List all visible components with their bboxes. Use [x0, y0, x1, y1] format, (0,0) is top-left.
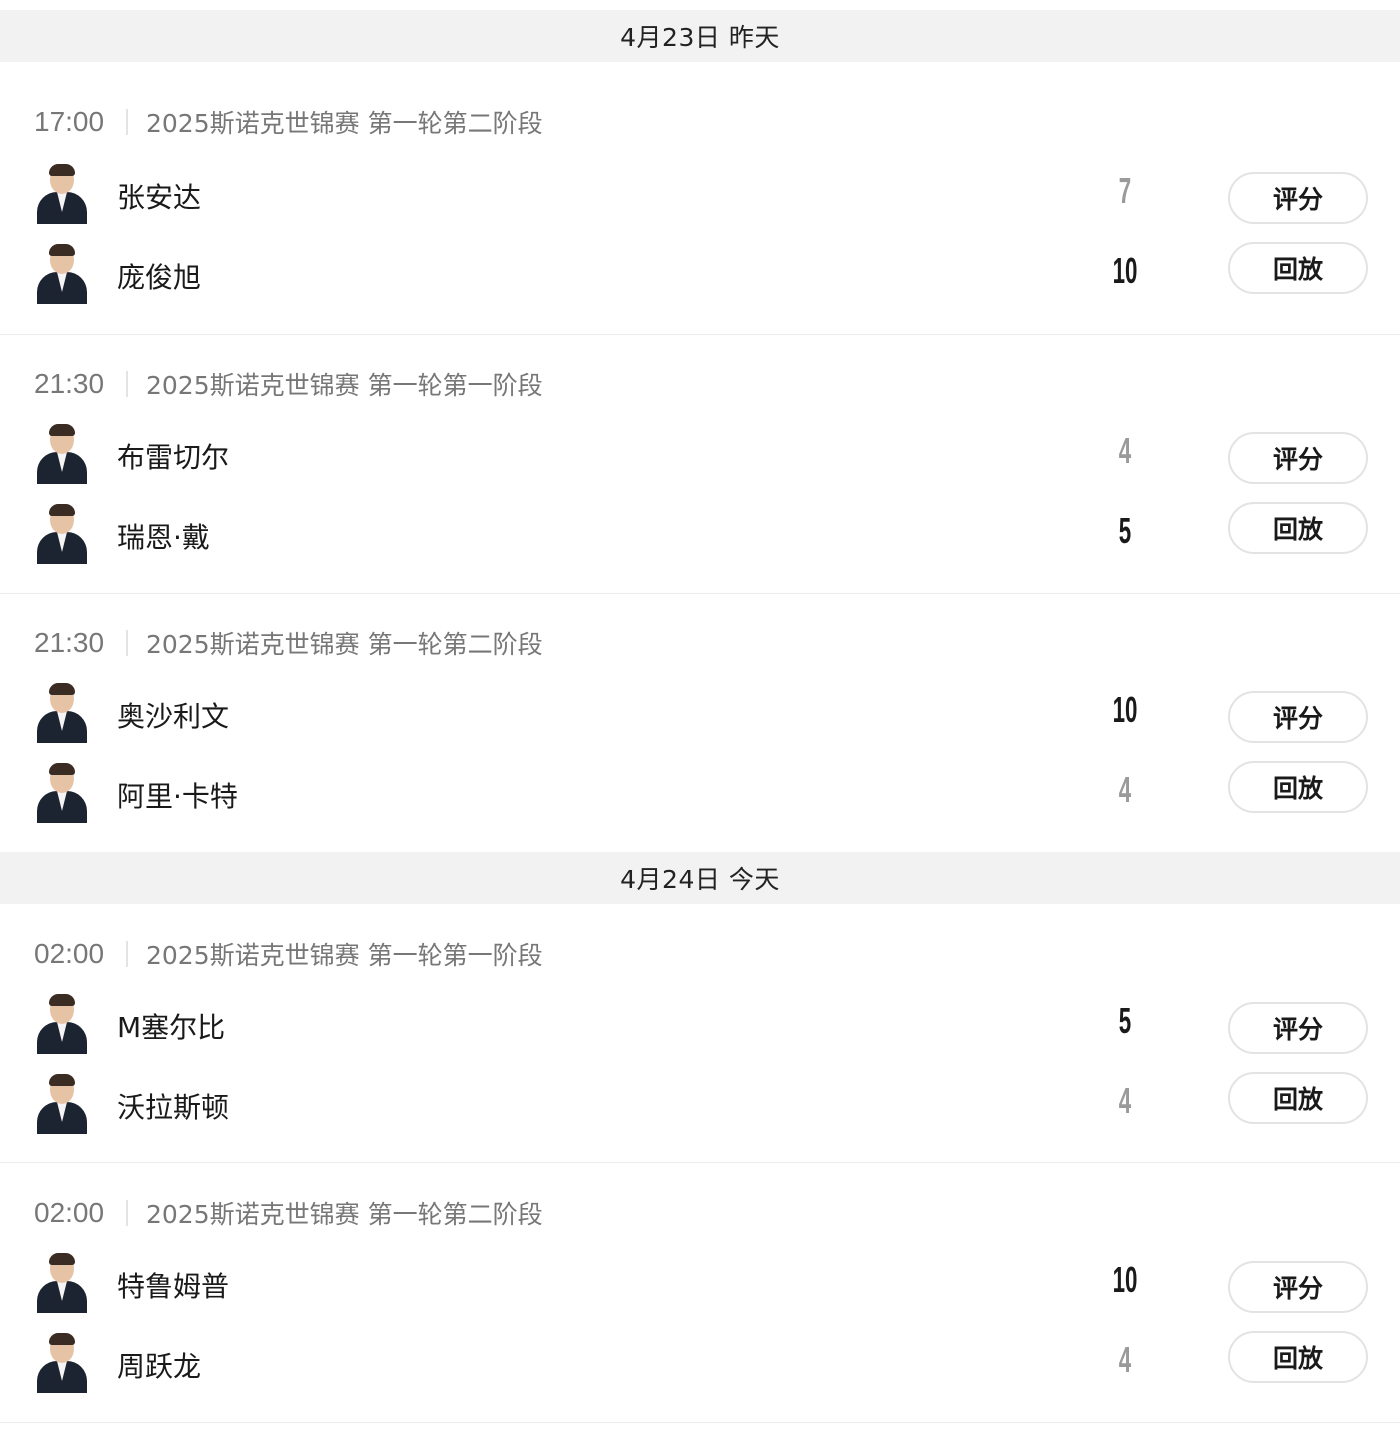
player-score: 10	[1112, 1259, 1138, 1300]
divider	[126, 371, 128, 397]
replay-button[interactable]: 回放	[1228, 502, 1368, 554]
player-avatar	[33, 683, 91, 743]
player-score: 10	[1112, 689, 1138, 730]
player-row: 奥沙利文 10 评分	[0, 681, 1400, 745]
match-card[interactable]: 02:00 2025斯诺克世锦赛 第一轮第二阶段 特鲁姆普 10 评分 周跃龙 …	[0, 1162, 1400, 1423]
player-row: 布雷切尔 4 评分	[0, 422, 1400, 486]
day-label: 4月23日 昨天	[620, 23, 780, 52]
player-name: 奥沙利文	[117, 700, 230, 733]
match-card[interactable]: 21:30 2025斯诺克世锦赛 第一轮第一阶段 布雷切尔 4 评分 瑞恩·戴 …	[0, 334, 1400, 594]
player-avatar	[33, 763, 91, 823]
match-schedule: 4月23日 昨天 17:00 2025斯诺克世锦赛 第一轮第二阶段 张安达 7 …	[0, 0, 1400, 1434]
player-score: 4	[1118, 1339, 1132, 1380]
player-avatar	[33, 164, 91, 224]
match-time: 02:00	[34, 1197, 105, 1228]
player-row: 阿里·卡特 4 回放	[0, 761, 1400, 825]
replay-button[interactable]: 回放	[1228, 1072, 1368, 1124]
match-time: 17:00	[34, 106, 105, 137]
match-header: 02:00 2025斯诺克世锦赛 第一轮第一阶段	[34, 934, 543, 974]
match-header: 17:00 2025斯诺克世锦赛 第一轮第二阶段	[34, 102, 543, 142]
match-card[interactable]: 21:30 2025斯诺克世锦赛 第一轮第二阶段 奥沙利文 10 评分 阿里·卡…	[0, 593, 1400, 851]
player-row: M塞尔比 5 评分	[0, 992, 1400, 1056]
player-score: 10	[1112, 250, 1138, 291]
match-time: 21:30	[34, 627, 105, 658]
replay-button[interactable]: 回放	[1228, 1331, 1368, 1383]
day-label: 4月24日 今天	[620, 865, 780, 894]
player-row: 庞俊旭 10 回放	[0, 242, 1400, 306]
match-card[interactable]: 17:00 2025斯诺克世锦赛 第一轮第二阶段 张安达 7 评分 庞俊旭 10…	[0, 72, 1400, 335]
player-score: 4	[1118, 430, 1132, 471]
player-score: 4	[1118, 1080, 1132, 1121]
player-row: 沃拉斯顿 4 回放	[0, 1072, 1400, 1136]
rate-button[interactable]: 评分	[1228, 172, 1368, 224]
match-header: 02:00 2025斯诺克世锦赛 第一轮第二阶段	[34, 1193, 543, 1233]
divider	[126, 109, 128, 135]
player-avatar	[33, 244, 91, 304]
rate-button[interactable]: 评分	[1228, 691, 1368, 743]
player-name: 沃拉斯顿	[117, 1091, 230, 1124]
player-name: 周跃龙	[117, 1350, 202, 1383]
rate-button[interactable]: 评分	[1228, 432, 1368, 484]
player-row: 特鲁姆普 10 评分	[0, 1251, 1400, 1315]
match-title: 2025斯诺克世锦赛 第一轮第二阶段	[146, 630, 543, 659]
player-row: 张安达 7 评分	[0, 162, 1400, 226]
player-name: 特鲁姆普	[117, 1270, 230, 1303]
player-avatar	[33, 1074, 91, 1134]
player-score: 5	[1118, 1000, 1132, 1041]
player-name: 阿里·卡特	[117, 780, 238, 813]
replay-button[interactable]: 回放	[1228, 761, 1368, 813]
divider	[126, 941, 128, 967]
player-avatar	[33, 1253, 91, 1313]
player-name: 庞俊旭	[117, 261, 202, 294]
replay-button[interactable]: 回放	[1228, 242, 1368, 294]
player-avatar	[33, 1333, 91, 1393]
player-avatar	[33, 424, 91, 484]
divider	[126, 1200, 128, 1226]
match-header: 21:30 2025斯诺克世锦赛 第一轮第一阶段	[34, 364, 543, 404]
rate-button[interactable]: 评分	[1228, 1002, 1368, 1054]
player-row: 瑞恩·戴 5 回放	[0, 502, 1400, 566]
match-title: 2025斯诺克世锦赛 第一轮第二阶段	[146, 109, 543, 138]
match-title: 2025斯诺克世锦赛 第一轮第一阶段	[146, 941, 543, 970]
player-name: M塞尔比	[117, 1011, 226, 1044]
player-score: 7	[1118, 170, 1132, 211]
divider	[126, 630, 128, 656]
match-title: 2025斯诺克世锦赛 第一轮第二阶段	[146, 1200, 543, 1229]
player-score: 4	[1118, 769, 1132, 810]
player-avatar	[33, 994, 91, 1054]
player-name: 瑞恩·戴	[117, 521, 210, 554]
match-card[interactable]: 02:00 2025斯诺克世锦赛 第一轮第一阶段 M塞尔比 5 评分 沃拉斯顿 …	[0, 904, 1400, 1163]
player-name: 张安达	[117, 181, 202, 214]
match-time: 02:00	[34, 938, 105, 969]
player-name: 布雷切尔	[117, 441, 230, 474]
player-avatar	[33, 504, 91, 564]
player-row: 周跃龙 4 回放	[0, 1331, 1400, 1395]
match-time: 21:30	[34, 368, 105, 399]
player-score: 5	[1118, 510, 1132, 551]
match-header: 21:30 2025斯诺克世锦赛 第一轮第二阶段	[34, 623, 543, 663]
day-header: 4月24日 今天	[0, 852, 1400, 904]
day-header: 4月23日 昨天	[0, 10, 1400, 62]
match-title: 2025斯诺克世锦赛 第一轮第一阶段	[146, 371, 543, 400]
rate-button[interactable]: 评分	[1228, 1261, 1368, 1313]
